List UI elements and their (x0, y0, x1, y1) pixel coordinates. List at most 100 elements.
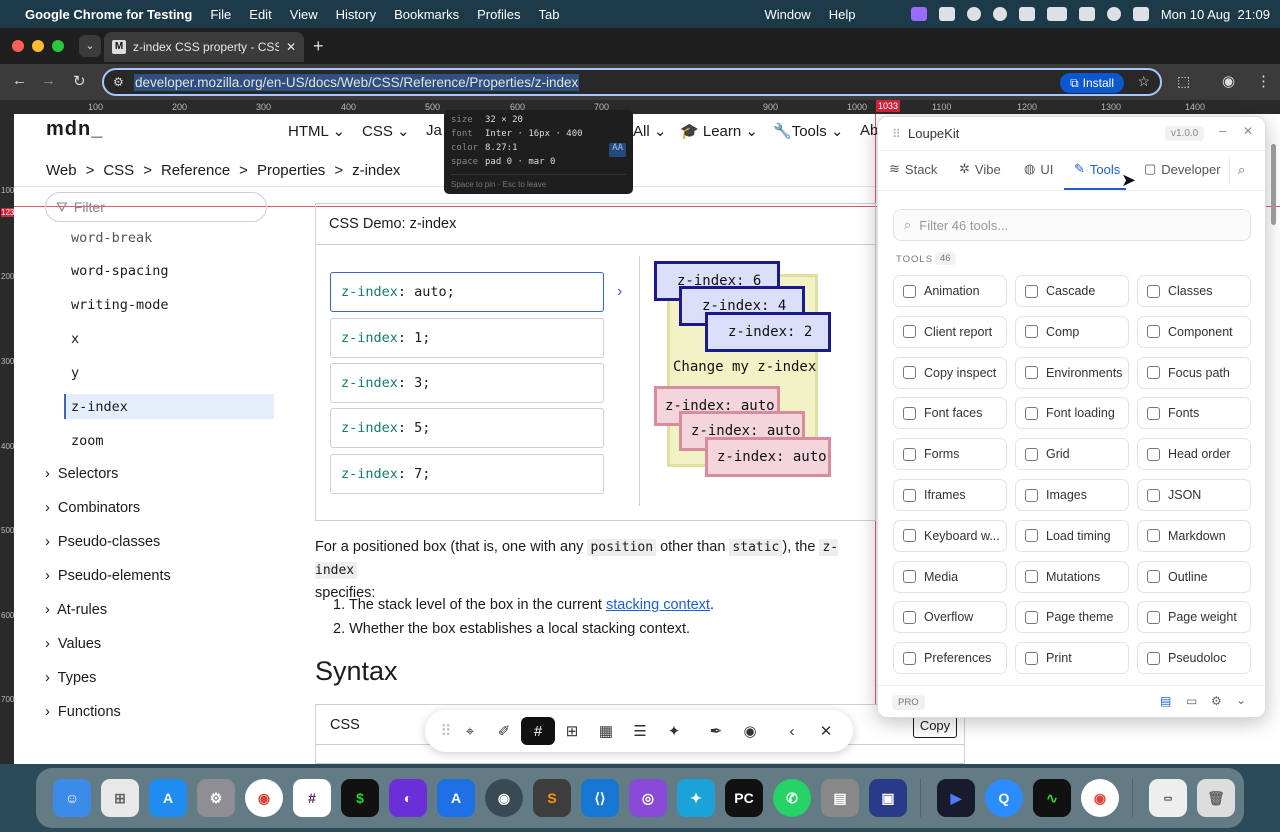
sublime-text-icon[interactable]: S (533, 779, 571, 817)
launchpad-icon[interactable]: ⊞ (101, 779, 139, 817)
sidebar-item-word-break[interactable]: word-break (71, 230, 152, 246)
media-player-icon[interactable]: ▶ (937, 779, 975, 817)
tool-font-loading[interactable]: Font loading (1015, 397, 1129, 430)
nav-learn[interactable]: 🎓 Learn ⌄ (680, 122, 758, 140)
sidebar-section-pseudo-elements[interactable]: › Pseudo-elements (45, 568, 171, 584)
menu-profiles[interactable]: Profiles (468, 7, 529, 22)
tool-environments[interactable]: Environments (1015, 356, 1129, 389)
app-store-icon[interactable]: A (149, 779, 187, 817)
camera-icon[interactable]: ◉ (733, 717, 767, 745)
sidebar-filter-input[interactable]: ⛛ Filter (45, 192, 267, 222)
sidebar-section-functions[interactable]: › Functions (45, 704, 121, 720)
sidebar-section-selectors[interactable]: › Selectors (45, 466, 118, 482)
arc-browser-icon[interactable]: ◐ (389, 779, 427, 817)
nav-about[interactable]: Ab (860, 122, 878, 139)
menu-history[interactable]: History (327, 7, 385, 22)
pycharm-icon[interactable]: PC (725, 779, 763, 817)
tool-images[interactable]: Images (1015, 479, 1129, 511)
install-button[interactable]: ⧉ Install (1060, 73, 1124, 93)
tool-copy-inspect[interactable]: Copy inspect (893, 356, 1007, 389)
preview-eye-icon[interactable]: ◉ (485, 779, 523, 817)
tool-font-faces[interactable]: Font faces (893, 397, 1007, 430)
chrome-testing-icon[interactable]: ◉ (1081, 779, 1119, 817)
close-toolbar-icon[interactable]: ✕ (809, 717, 843, 745)
tab-search-icon[interactable]: ⌄ (79, 35, 101, 57)
nav-css[interactable]: CSS ⌄ (362, 122, 410, 140)
battery-icon[interactable] (1046, 7, 1067, 21)
forward-icon[interactable]: → (41, 72, 56, 89)
extensions-icon[interactable]: ⬚ (1177, 73, 1190, 90)
toolbar-grip-icon[interactable]: ⠿ (439, 717, 453, 745)
keyboard-input-icon[interactable] (1018, 7, 1035, 21)
vscode-icon[interactable]: ⟨⟩ (581, 779, 619, 817)
demo-option-auto[interactable]: z-index: auto; (330, 272, 604, 312)
tool-load-timing[interactable]: Load timing (1015, 519, 1129, 552)
tool-pseudoloc[interactable]: Pseudoloc (1137, 642, 1251, 675)
panel-scrollbar[interactable] (1271, 145, 1276, 225)
tool-overflow[interactable]: Overflow (893, 601, 1007, 634)
wifi-icon[interactable] (1078, 7, 1095, 21)
drag-handle-icon[interactable]: ⠿ (892, 127, 901, 141)
play-icon[interactable] (992, 7, 1007, 21)
chevron-down-icon[interactable]: ⌄ (1236, 693, 1246, 707)
tool-json[interactable]: JSON (1137, 479, 1251, 511)
database-icon[interactable]: ▤ (821, 779, 859, 817)
collapse-icon[interactable]: ‹ (775, 717, 809, 745)
sidebar-item-x[interactable]: x (71, 331, 79, 347)
sidebar-section-values[interactable]: › Values (45, 636, 101, 652)
kodi-icon[interactable]: ✦ (677, 779, 715, 817)
sidebar-item-z-index[interactable]: z-index (71, 399, 128, 415)
sparkle-ai-icon[interactable]: ✦ (657, 717, 691, 745)
demo-option-7[interactable]: z-index: 7; (330, 454, 604, 494)
menu-edit[interactable]: Edit (240, 7, 280, 22)
breadcrumb-properties[interactable]: Properties (257, 162, 325, 179)
menu-help[interactable]: Help (820, 7, 865, 22)
tool-component[interactable]: Component (1137, 315, 1251, 348)
xcode-instruments-icon[interactable]: A (437, 779, 475, 817)
demo-option-1[interactable]: z-index: 1; (330, 318, 604, 358)
tool-cascade[interactable]: Cascade (1015, 275, 1129, 307)
whatsapp-icon[interactable]: ✆ (773, 779, 811, 817)
menu-app-name[interactable]: Google Chrome for Testing (25, 7, 201, 22)
mdn-logo[interactable]: mdn_ (46, 118, 103, 141)
active-tab[interactable]: M z-index CSS property - CSS | ✕ (104, 32, 304, 62)
status-icon[interactable] (966, 7, 981, 21)
notes-app-icon[interactable]: ▣ (869, 779, 907, 817)
settings-icon[interactable]: ⚙ (1211, 694, 1222, 708)
reload-icon[interactable]: ↻ (73, 72, 86, 90)
back-icon[interactable]: ← (12, 72, 27, 89)
zoom-window-button[interactable] (52, 40, 64, 52)
tab-close-icon[interactable]: ✕ (286, 40, 296, 54)
sidebar-item-word-spacing[interactable]: word-spacing (71, 263, 169, 279)
trash-icon[interactable]: 🗑 (1197, 779, 1235, 817)
terminal-icon[interactable]: $ (341, 779, 379, 817)
nav-all[interactable]: All ⌄ (633, 122, 666, 140)
plus-icon[interactable] (938, 7, 955, 21)
panel-search-icon[interactable]: ⌕ (1238, 162, 1245, 178)
sidebar-item-zoom[interactable]: zoom (71, 433, 104, 449)
tool-keyboard-w[interactable]: Keyboard w... (893, 519, 1007, 552)
github-desktop-icon[interactable]: ◎ (629, 779, 667, 817)
tab-developer[interactable]: ▢ Developer (1144, 161, 1221, 177)
breadcrumb-current[interactable]: z-index (352, 162, 400, 179)
tool-mutations[interactable]: Mutations (1015, 560, 1129, 593)
tool-markdown[interactable]: Markdown (1137, 519, 1251, 552)
ruler-icon[interactable]: ✐ (487, 717, 521, 745)
layout-grid-icon[interactable]: ⊞ (555, 717, 589, 745)
tool-head-order[interactable]: Head order (1137, 438, 1251, 471)
window-layout-icon[interactable]: ▭ (1186, 694, 1197, 708)
grid-guides-icon[interactable]: # (521, 717, 555, 745)
sidebar-section-combinators[interactable]: › Combinators (45, 500, 140, 516)
tool-forms[interactable]: Forms (893, 438, 1007, 471)
tool-client-report[interactable]: Client report (893, 315, 1007, 348)
slack-icon[interactable]: # (293, 779, 331, 817)
tool-media[interactable]: Media (893, 560, 1007, 593)
new-tab-icon[interactable]: + (313, 36, 324, 57)
dock-layout-icon[interactable]: ▤ (1160, 694, 1171, 708)
minimize-icon[interactable]: – (1219, 123, 1226, 138)
stacking-context-link[interactable]: stacking context (606, 597, 710, 613)
search-icon[interactable] (1106, 7, 1121, 21)
sidebar-section-pseudo-classes[interactable]: › Pseudo-classes (45, 534, 160, 550)
tab-stack[interactable]: ≋ Stack (889, 161, 937, 177)
tab-vibe[interactable]: ✲ Vibe (959, 161, 1001, 177)
